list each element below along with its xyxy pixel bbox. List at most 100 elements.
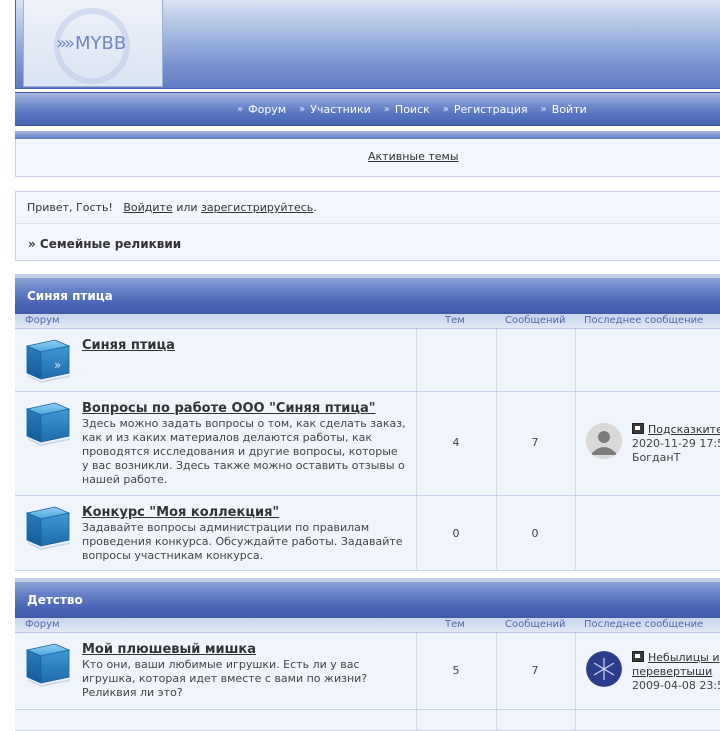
- forum-description: Кто они, ваши любимые игрушки. Есть ли у…: [82, 658, 368, 699]
- user-silhouette-icon: [586, 423, 622, 459]
- col-forum: Форум: [25, 315, 60, 326]
- cell-divider: [575, 329, 576, 391]
- cell-divider: [575, 392, 576, 495]
- forum-icon: [25, 504, 71, 550]
- nav-login[interactable]: » Войти: [541, 103, 587, 116]
- topics-count: 5: [452, 664, 460, 677]
- topics-count: 0: [452, 527, 460, 540]
- forum-title[interactable]: Синяя птица: [82, 338, 175, 353]
- col-last: Последнее сообщение: [584, 619, 704, 630]
- forum-title[interactable]: Конкурс "Моя коллекция": [82, 505, 279, 520]
- cell-divider: [496, 329, 497, 391]
- col-posts: Сообщений: [505, 619, 566, 630]
- period-text: .: [313, 201, 317, 214]
- site-header: »» MYBB: [15, 0, 720, 89]
- site-logo[interactable]: »» MYBB: [23, 0, 163, 87]
- register-link[interactable]: зарегистрируйтесь: [201, 201, 313, 214]
- cell-divider: [496, 633, 497, 709]
- cell-divider: [575, 496, 576, 570]
- active-topics-bar: [15, 131, 720, 139]
- active-topics-panel: Активные темы: [15, 139, 720, 177]
- nav-register[interactable]: » Регистрация: [443, 103, 528, 116]
- forum-icon: »: [25, 337, 71, 383]
- forum-row: Конкурс "Моя коллекция" Задавайте вопрос…: [15, 496, 720, 571]
- last-post-author[interactable]: БогданТ: [632, 451, 680, 464]
- go-to-post-icon[interactable]: [632, 423, 644, 434]
- category-header: Синяя птица: [15, 274, 720, 314]
- column-headers: Форум Тем Сообщений Последнее сообщение: [15, 618, 720, 633]
- greeting-text: Привет, Гость!: [27, 201, 113, 214]
- cell-divider: [416, 329, 417, 391]
- forum-row: [15, 710, 720, 731]
- posts-count: 7: [531, 664, 539, 677]
- cell-divider: [416, 710, 417, 730]
- logo-label: MYBB: [75, 33, 127, 54]
- last-post-topic-cont[interactable]: перевертыши: [632, 665, 712, 678]
- go-to-post-icon[interactable]: [632, 651, 644, 662]
- nav-label: Участники: [310, 102, 371, 116]
- last-post-topic[interactable]: Подсказките: [648, 423, 720, 436]
- category-title[interactable]: Детство: [27, 593, 83, 607]
- category-blue-bird: Синяя птица Форум Тем Сообщений Последне…: [15, 274, 720, 571]
- nav-users[interactable]: » Участники: [299, 103, 371, 116]
- chevron-right-icon: »: [383, 103, 390, 115]
- chevron-right-icon: »: [442, 103, 449, 115]
- last-post-info: Небылицы и перевертыши 2009-04-08 23:5: [632, 650, 720, 693]
- nav-label: Поиск: [394, 102, 430, 116]
- category-title[interactable]: Синяя птица: [27, 289, 113, 303]
- col-forum: Форум: [25, 619, 60, 630]
- forum-row: » Синяя птица: [15, 329, 720, 392]
- last-post-topic[interactable]: Небылицы и: [648, 651, 720, 664]
- posts-count: 0: [531, 527, 539, 540]
- nav-label: Форум: [248, 102, 287, 116]
- forum-description: Здесь можно задать вопросы о том, как сд…: [82, 417, 406, 486]
- chevron-right-icon: »: [237, 103, 244, 115]
- last-post-date: 2009-04-08 23:5: [632, 679, 720, 692]
- avatar[interactable]: [586, 651, 622, 687]
- cell-divider: [496, 710, 497, 730]
- login-link[interactable]: Войдите: [123, 201, 172, 214]
- welcome-line: Привет, Гость! Войдите или зарегистрируй…: [27, 201, 317, 214]
- chevron-right-icon: »: [299, 103, 306, 115]
- topics-count: 4: [452, 436, 460, 449]
- nav-label: Регистрация: [453, 102, 528, 116]
- cell-divider: [416, 392, 417, 495]
- cell-divider: [496, 496, 497, 570]
- forum-icon: [25, 400, 71, 446]
- breadcrumb[interactable]: » Семейные реликвии: [28, 237, 181, 251]
- posts-count: 7: [531, 436, 539, 449]
- forum-icon: [25, 641, 71, 687]
- or-text: или: [176, 201, 198, 214]
- cell-divider: [575, 710, 576, 730]
- col-topics: Тем: [445, 619, 465, 630]
- forum-title[interactable]: Вопросы по работе ООО "Синяя птица": [82, 401, 376, 416]
- forum-description: Задавайте вопросы администрации по прави…: [82, 521, 403, 562]
- forum-title[interactable]: Мой плюшевый мишка: [82, 642, 256, 657]
- avatar[interactable]: [586, 423, 622, 459]
- category-childhood: Детство Форум Тем Сообщений Последнее со…: [15, 578, 720, 731]
- nav-search[interactable]: » Поиск: [384, 103, 430, 116]
- forum-row: Мой плюшевый мишка Кто они, ваши любимые…: [15, 633, 720, 710]
- divider: [16, 223, 720, 224]
- active-topics-link[interactable]: Активные темы: [368, 150, 459, 163]
- nav-forum[interactable]: » Форум: [237, 103, 286, 116]
- last-post-date: 2020-11-29 17:5: [632, 437, 720, 450]
- last-post-info: Подсказките 2020-11-29 17:5 БогданТ: [632, 422, 720, 465]
- cell-divider: [416, 633, 417, 709]
- col-last: Последнее сообщение: [584, 315, 704, 326]
- nav-label: Войти: [551, 102, 587, 116]
- snowflake-avatar-icon: [586, 651, 622, 687]
- col-posts: Сообщений: [505, 315, 566, 326]
- logo-text: »» MYBB: [56, 33, 127, 54]
- main-nav: » Форум » Участники » Поиск » Регистрация » В…: [15, 92, 720, 126]
- forum-row: Вопросы по работе ООО "Синяя птица" Здес…: [15, 392, 720, 496]
- cell-divider: [496, 392, 497, 495]
- svg-text:»: »: [54, 358, 61, 372]
- welcome-panel: Привет, Гость! Войдите или зарегистрируй…: [15, 191, 720, 261]
- col-topics: Тем: [445, 315, 465, 326]
- category-header: Детство: [15, 578, 720, 618]
- column-headers: Форум Тем Сообщений Последнее сообщение: [15, 314, 720, 329]
- chevron-right-icon: »: [540, 103, 547, 115]
- cell-divider: [416, 496, 417, 570]
- cell-divider: [575, 633, 576, 709]
